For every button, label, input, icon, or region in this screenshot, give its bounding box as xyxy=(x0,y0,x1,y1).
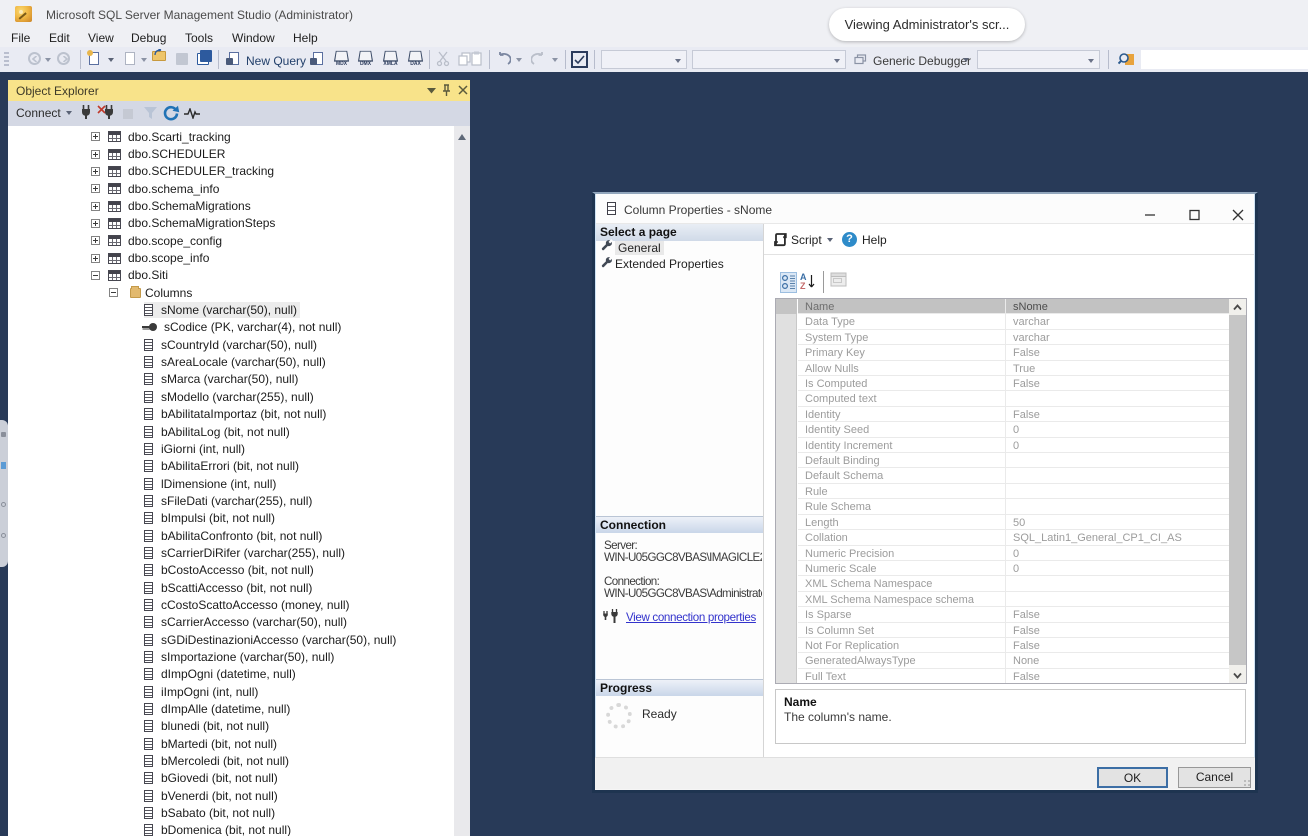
svg-text:Z: Z xyxy=(800,281,806,291)
